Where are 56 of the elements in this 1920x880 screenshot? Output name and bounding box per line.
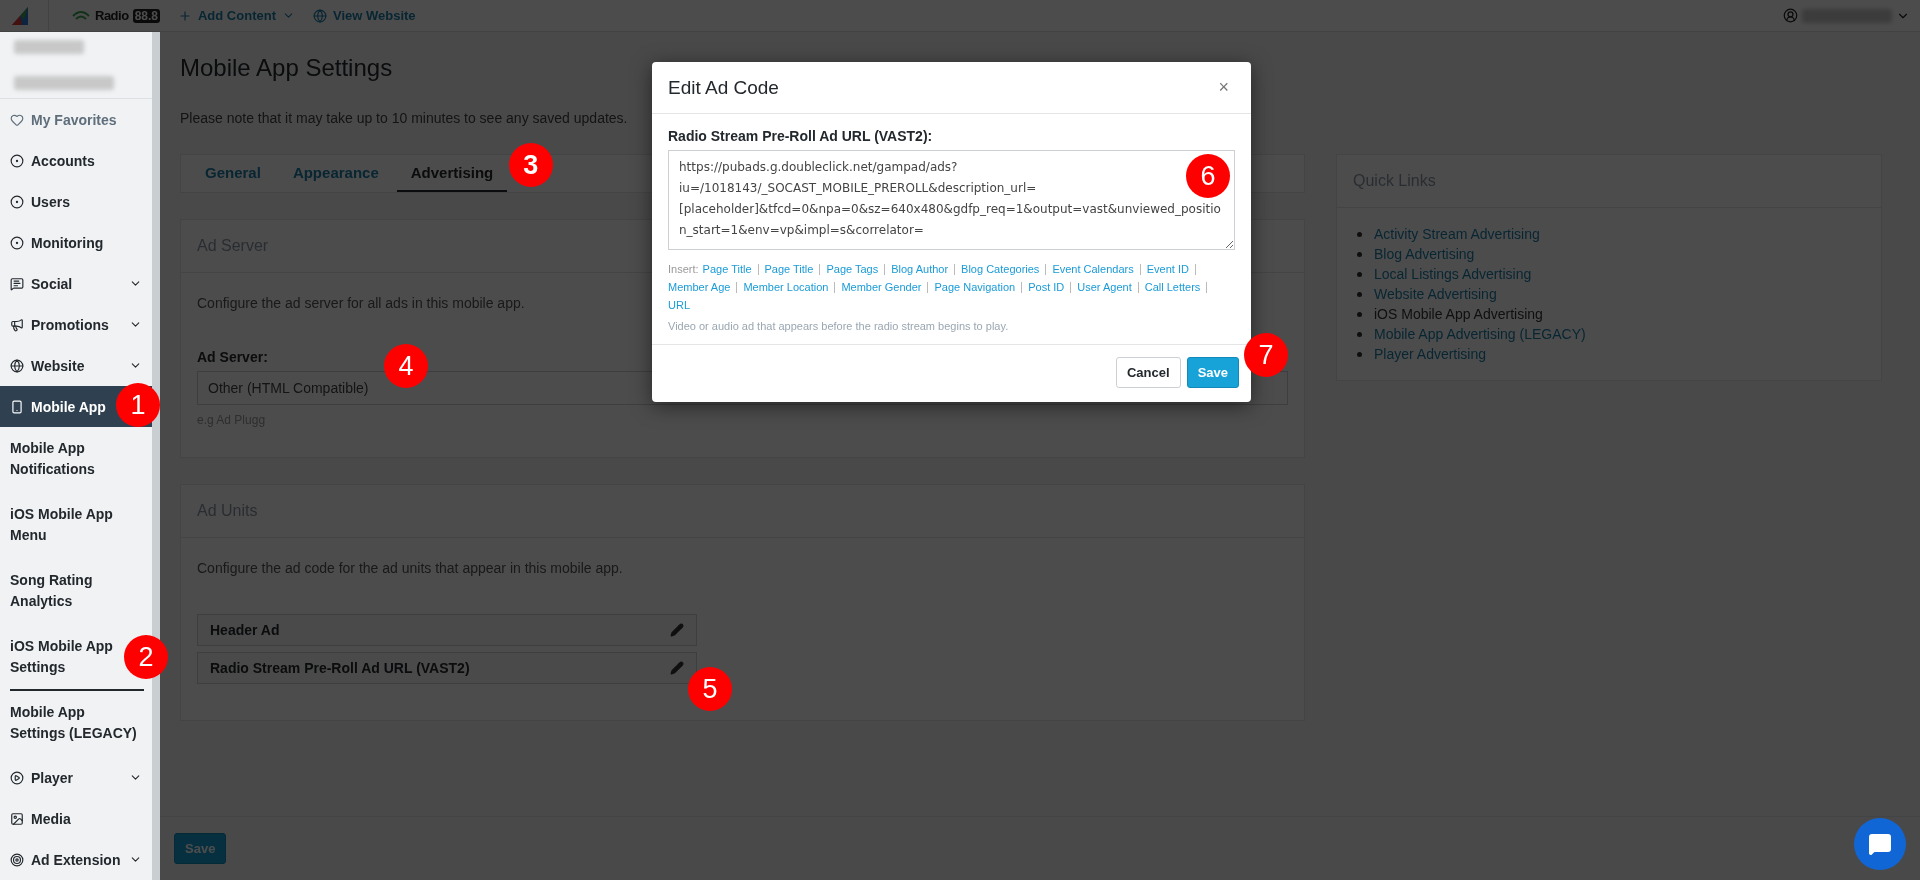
sidebar-item[interactable]: Users: [0, 181, 152, 222]
redacted-text: [14, 40, 84, 54]
sidebar-item[interactable]: Promotions: [0, 304, 152, 345]
chat-icon: [10, 276, 24, 291]
sidebar-item[interactable]: My Favorites: [0, 99, 152, 140]
image-icon: [10, 811, 24, 826]
quick-link[interactable]: Website Advertising: [1374, 284, 1497, 304]
quick-link-current[interactable]: iOS Mobile App Advertising: [1374, 304, 1543, 324]
heart-icon: [10, 112, 24, 127]
insert-link[interactable]: Call Letters: [1144, 278, 1201, 296]
ad-unit-name: Header Ad: [210, 622, 280, 638]
circle-icon: [10, 235, 24, 250]
page-title: Mobile App Settings: [180, 54, 394, 82]
insert-link[interactable]: Page Navigation: [934, 278, 1016, 296]
insert-link[interactable]: Member Gender: [841, 278, 922, 296]
close-button[interactable]: ×: [1212, 76, 1235, 99]
quick-link[interactable]: Mobile App Advertising (LEGACY): [1374, 324, 1586, 344]
circle-icon: [10, 153, 24, 168]
globe-icon: [10, 358, 24, 373]
megaphone-icon: [10, 317, 24, 332]
field-label: Ad Server:: [197, 349, 268, 365]
chat-icon: [1868, 832, 1892, 856]
insert-link[interactable]: Post ID: [1028, 278, 1065, 296]
phone-icon: [10, 399, 24, 414]
quick-link[interactable]: Local Listings Advertising: [1374, 264, 1532, 284]
sidebar-item[interactable]: Monitoring: [0, 222, 152, 263]
sidebar-item[interactable]: Media: [0, 798, 152, 839]
sidebar-item[interactable]: Accounts: [0, 140, 152, 181]
sidebar-subitem[interactable]: Song Rating Analytics: [10, 559, 144, 625]
callout-number: 1: [116, 383, 160, 427]
field-label: Radio Stream Pre-Roll Ad URL (VAST2):: [668, 128, 934, 144]
insert-link[interactable]: Member Age: [668, 278, 731, 296]
target-icon: [10, 852, 24, 867]
circle-icon: [10, 194, 24, 209]
quick-link[interactable]: Player Advertising: [1374, 344, 1487, 364]
play-icon: [10, 770, 24, 785]
sidebar-item[interactable]: Website: [0, 345, 152, 386]
sidebar-item[interactable]: Social: [0, 263, 152, 304]
callout-number: 2: [124, 635, 168, 679]
save-button[interactable]: Save: [1186, 357, 1239, 388]
sidebar-subitem[interactable]: Mobile App Settings (LEGACY): [10, 691, 144, 757]
sidebar-subitem[interactable]: Mobile App Notifications: [10, 427, 144, 493]
field-help: Video or audio ad that appears before the radio stream begins to play.: [668, 320, 1010, 332]
sidebar-item[interactable]: Player: [0, 757, 152, 798]
insert-link[interactable]: Member Location: [743, 278, 829, 296]
callout-number: 7: [1244, 333, 1288, 377]
ad-unit-name: Radio Stream Pre-Roll Ad URL (VAST2): [210, 660, 470, 676]
insert-link[interactable]: URL: [668, 296, 690, 314]
cancel-button[interactable]: Cancel: [1116, 357, 1181, 388]
brand-name: Radio: [95, 8, 129, 23]
sidebar-subitem[interactable]: iOS Mobile App Menu: [10, 493, 144, 559]
quick-link[interactable]: Activity Stream Advertising: [1374, 224, 1540, 244]
quick-link[interactable]: Blog Advertising: [1374, 244, 1475, 264]
insert-link[interactable]: User Agent: [1077, 278, 1132, 296]
dialog-title: Edit Ad Code: [668, 76, 779, 99]
sidebar-item[interactable]: Ad Extension: [0, 839, 152, 880]
